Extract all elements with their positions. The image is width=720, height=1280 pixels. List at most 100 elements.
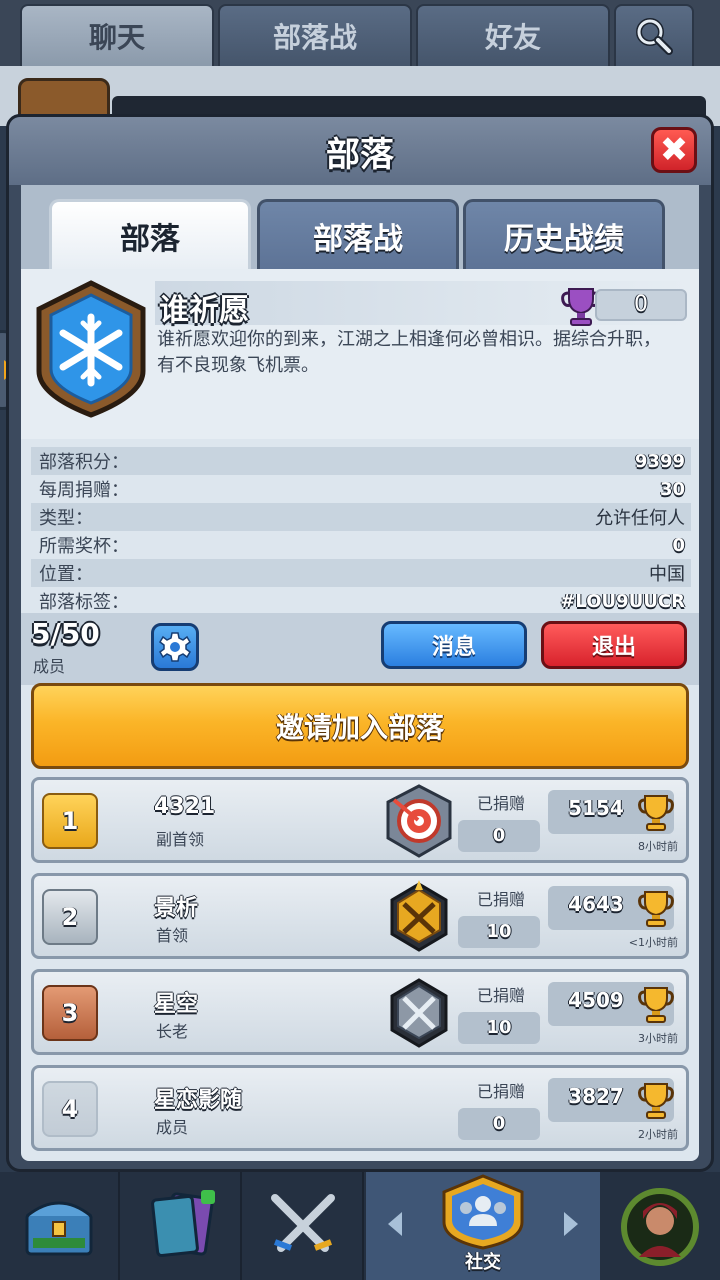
clan-description: 谁祈愿欢迎你的到来，江湖之上相逢何必曾相识。据综合升职，有不良现象飞机票。: [157, 329, 661, 376]
member-role: 副首领: [156, 830, 205, 849]
target-arena-icon: [386, 784, 452, 858]
last-seen: 2小时前: [638, 1128, 678, 1141]
stat-label: 位置：: [39, 564, 93, 585]
clan-info: 谁祈愿 0 谁祈愿欢迎你的到来，江湖之上相逢何必曾相识。据综合升职，有不良现象飞…: [21, 269, 699, 439]
member-name: 4321: [154, 794, 216, 819]
rank-badge: 2: [42, 889, 98, 945]
treasure-chest-icon: [25, 1201, 93, 1256]
bottom-nav: 社交: [0, 1172, 720, 1280]
stat-label: 所需奖杯：: [39, 536, 129, 557]
chevron-left-icon[interactable]: [388, 1212, 402, 1236]
member-row[interactable]: 1 4321 副首领 已捐赠 0 5154 8小时前: [31, 777, 689, 863]
nav-social[interactable]: 社交: [366, 1172, 600, 1280]
member-role: 长老: [156, 1022, 189, 1041]
clan-stats: 部落积分： 9399 每周捐赠： 30 类型： 允许任何人 所需奖杯： 0 位置…: [31, 447, 691, 615]
member-row[interactable]: 4 星恋影随 成员 已捐赠 0 3827 2小时前: [31, 1065, 689, 1151]
tab-chat[interactable]: 聊天: [20, 4, 214, 66]
stat-label: 部落标签：: [39, 592, 129, 613]
stat-row: 部落标签： #LOU9UUCR: [31, 587, 691, 615]
stat-value: 0: [672, 534, 685, 556]
rank-badge: 1: [42, 793, 98, 849]
message-button[interactable]: 消息: [381, 621, 527, 669]
member-trophies: 3827: [568, 1084, 624, 1108]
avatar: [621, 1188, 699, 1266]
stat-label: 类型：: [39, 508, 93, 529]
donated-label: 已捐赠: [476, 794, 525, 813]
search-button[interactable]: [614, 4, 694, 66]
stat-value: 中国: [649, 564, 685, 585]
member-role: 成员: [156, 1118, 189, 1137]
sub-tab-bar: 部落 部落战 历史战绩: [21, 185, 699, 269]
cards-icon: [151, 1190, 215, 1258]
nav-profile[interactable]: [600, 1172, 720, 1280]
donated-label: 已捐赠: [476, 890, 525, 909]
rank-badge: 4: [42, 1081, 98, 1137]
settings-button[interactable]: [151, 623, 199, 671]
clan-tag[interactable]: #LOU9UUCR: [560, 591, 685, 612]
stat-label: 部落积分：: [39, 452, 129, 473]
crossed-swords-gold-icon: [390, 880, 448, 952]
clan-name-bar: 谁祈愿 0: [155, 281, 691, 328]
members-bar: 5/50 成员 消息 退出: [21, 613, 699, 685]
donated-label: 已捐赠: [476, 1082, 525, 1101]
nav-cards[interactable]: [122, 1172, 242, 1280]
member-trophy-box: 3827: [548, 1078, 674, 1122]
nav-shop[interactable]: [0, 1172, 120, 1280]
stat-row: 位置： 中国: [31, 559, 691, 587]
nav-social-label: 社交: [465, 1252, 501, 1273]
invite-button[interactable]: 邀请加入部落: [31, 683, 689, 769]
member-row[interactable]: 3 星空 长老 已捐赠 10 4509 3小时前: [31, 969, 689, 1055]
stat-row: 每周捐赠： 30: [31, 475, 691, 503]
trophy-icon: [638, 891, 674, 927]
nav-battle[interactable]: [244, 1172, 364, 1280]
clan-name: 谁祈愿: [159, 293, 249, 328]
panel-header: 部落 ✖: [9, 117, 711, 185]
last-seen: 8小时前: [638, 840, 678, 853]
trophy-icon: [638, 1083, 674, 1119]
last-seen: <1小时前: [628, 936, 678, 949]
clan-badge-snowflake-icon: [36, 280, 146, 418]
member-name: 景析: [154, 896, 199, 921]
leave-button[interactable]: 退出: [541, 621, 687, 669]
member-trophy-box: 4509: [548, 982, 674, 1026]
donated-label: 已捐赠: [476, 986, 525, 1005]
stat-value: 30: [659, 478, 685, 500]
rank-badge: 3: [42, 985, 98, 1041]
tab-history[interactable]: 历史战绩: [463, 199, 665, 269]
member-role: 首领: [156, 926, 189, 945]
stat-row: 所需奖杯： 0: [31, 531, 691, 559]
member-name: 星恋影随: [154, 1088, 243, 1113]
donated-value: 0: [458, 1108, 540, 1140]
crossed-swords-icon: [271, 1194, 335, 1252]
stat-value: 允许任何人: [595, 508, 685, 529]
member-trophies: 5154: [568, 796, 624, 820]
crossed-swords-silver-icon: [390, 978, 448, 1048]
last-seen: 3小时前: [638, 1032, 678, 1045]
gear-icon: [159, 632, 191, 662]
donated-value: 10: [458, 916, 540, 948]
clan-trophies: 0: [595, 289, 687, 321]
donated-value: 10: [458, 1012, 540, 1044]
stat-row: 部落积分： 9399: [31, 447, 691, 475]
tab-war[interactable]: 部落战: [257, 199, 459, 269]
social-shield-icon: [442, 1174, 524, 1250]
member-count: 5/50: [31, 617, 100, 650]
member-trophy-box: 4643: [548, 886, 674, 930]
clan-panel: 部落 ✖ 部落 部落战 历史战绩 谁祈愿 0 谁祈愿欢迎你的到来，江湖之上相逢何…: [6, 114, 714, 1172]
chevron-right-icon[interactable]: [564, 1212, 578, 1236]
member-row[interactable]: 2 景析 首领 已捐赠 10 4643 <1小时前: [31, 873, 689, 959]
stat-row: 类型： 允许任何人: [31, 503, 691, 531]
search-icon: [636, 18, 673, 55]
close-icon: ✖: [659, 130, 689, 170]
close-button[interactable]: ✖: [651, 127, 697, 173]
tab-clan[interactable]: 部落: [49, 199, 251, 269]
trophy-icon: [638, 987, 674, 1023]
stat-label: 每周捐赠：: [39, 480, 129, 501]
member-trophies: 4643: [568, 892, 624, 916]
member-list: 1 4321 副首领 已捐赠 0 5154 8小时前 2 景析 首领 已捐赠 1…: [31, 777, 689, 1161]
member-trophies: 4509: [568, 988, 624, 1012]
tab-friends[interactable]: 好友: [416, 4, 610, 66]
tab-clan-war[interactable]: 部落战: [218, 4, 412, 66]
trophy-icon: [638, 795, 674, 831]
member-name: 星空: [154, 992, 199, 1017]
